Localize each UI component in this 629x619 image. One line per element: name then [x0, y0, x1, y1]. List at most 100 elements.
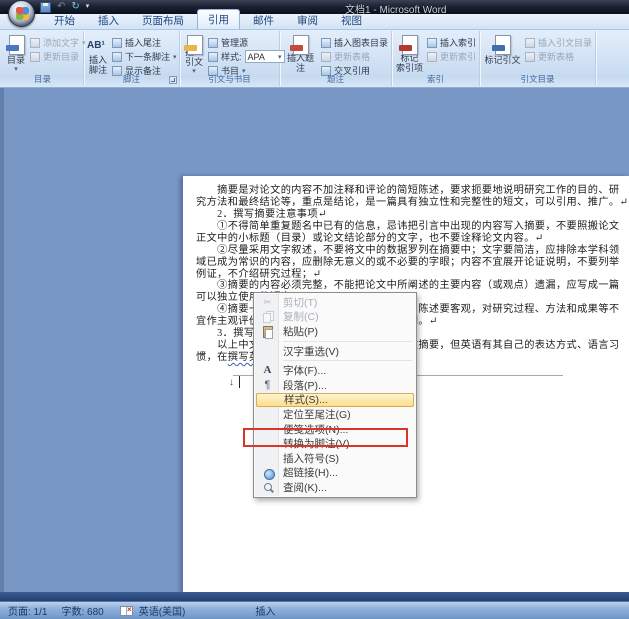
menu-item-hyperlink[interactable]: 超链接(H)...: [255, 466, 415, 481]
undo-icon[interactable]: ↶: [57, 2, 65, 12]
insert-table-of-authorities-icon: [524, 37, 535, 48]
context-menu: 剪切(T) 复制(C)粘贴(P) 汉字重选(V) 字体(F)...段落(P)... 样式…: [253, 292, 417, 498]
menu-item-label: 插入符号(S): [283, 452, 339, 465]
document-line: ①不得简单重复题名中已有的信息，忌讳把引言中出现的内容写入摘要，不要照搬论文: [196, 220, 620, 232]
font-icon: [259, 364, 276, 376]
chevron-down-icon: ▾: [173, 53, 177, 61]
proofing-status-icon[interactable]: [119, 605, 133, 616]
update-index-label: 更新索引: [439, 52, 476, 62]
menu-item-paste[interactable]: 粘贴(P): [255, 324, 415, 340]
next-footnote[interactable]: 下一条脚注 ▾: [112, 50, 177, 63]
tab-view[interactable]: 视图: [331, 11, 372, 29]
quick-access-toolbar: ↶ ↻ ▾: [40, 1, 89, 13]
page-indicator[interactable]: 页面: 1/1: [8, 603, 47, 618]
document-line: ③摘要的内容必须完整，不能把论文中所阐述的主要内容（或观点）遗漏，应写成一篇: [196, 280, 620, 292]
menu-item-copy[interactable]: 复制(C): [255, 310, 415, 325]
mark-citation-button-label: 标记引文: [484, 55, 521, 65]
group-label-citations-bibliography: 引文与书目: [208, 74, 251, 84]
insert-caption-button[interactable]: 插入题注: [283, 33, 318, 74]
insert-index-icon: [426, 37, 437, 48]
chevron-down-icon: ▾: [14, 65, 18, 73]
mark-entry-button-label: 标记 索引项: [395, 53, 423, 74]
save-icon[interactable]: [40, 1, 51, 13]
tab-page-layout[interactable]: 页面布局: [132, 11, 194, 29]
group-label-toc: 目录: [33, 74, 51, 84]
menu-item-label: 段落(P)...: [283, 379, 327, 392]
insert-mode-indicator[interactable]: 插入: [255, 603, 275, 618]
menu-item-font[interactable]: 字体(F)...: [255, 363, 415, 378]
ribbon-group-table-of-authorities: 标记引文 插入引文目录 更新表格 引文目录: [480, 31, 596, 86]
insert-endnote-icon: [112, 37, 122, 48]
update-toc-label: 更新目录: [43, 52, 80, 62]
ribbon-group-footnotes: AB¹ 插入脚注 插入尾注 下一条脚注 ▾ 显示备注 脚注: [84, 31, 180, 86]
style-combo-label: 样式:: [221, 52, 242, 62]
ribbon-group-index: 标记 索引项 插入索引 更新索引 索引: [392, 31, 480, 86]
group-label-footnotes: 脚注: [122, 74, 140, 84]
menu-item-hanzi-reselect[interactable]: 汉字重选(V): [255, 344, 415, 359]
tab-references[interactable]: 引用: [197, 9, 240, 29]
tab-mailings[interactable]: 邮件: [243, 11, 284, 29]
tab-insert[interactable]: 插入: [88, 11, 129, 29]
word-count[interactable]: 字数: 680: [61, 603, 103, 618]
mark-citation-button-icon: [491, 35, 513, 55]
dialog-launcher-icon[interactable]: [169, 76, 177, 84]
style-combo-value[interactable]: APA ▾: [244, 50, 285, 63]
redo-icon[interactable]: ↻: [71, 2, 79, 12]
tab-review[interactable]: 审阅: [287, 11, 328, 29]
menu-item-cut[interactable]: 剪切(T): [255, 295, 415, 310]
menu-item-go-to-endnote[interactable]: 定位至尾注(G): [255, 407, 415, 422]
insert-table-of-authorities[interactable]: 插入引文目录: [524, 36, 592, 49]
style-combo[interactable]: 样式: APA ▾: [208, 50, 285, 63]
copy-icon: [259, 311, 276, 323]
status-bar: 页面: 1/1 字数: 680 英语(美国) 插入: [0, 601, 629, 619]
update-citation-table[interactable]: 更新表格: [524, 50, 592, 63]
document-line: 2．撰写摘要注意事项↵: [196, 208, 327, 220]
menu-item-label: 样式(S)...: [284, 394, 328, 407]
ribbon-references: 目录▾添加文字▾更新目录目录AB¹插入脚注插入尾注下一条脚注▾显示备注脚注插入引…: [0, 30, 629, 88]
insert-endnote[interactable]: 插入尾注: [112, 36, 177, 49]
menu-item-label: 查阅(K)...: [283, 481, 327, 494]
toc-button[interactable]: 目录 ▾: [5, 33, 27, 74]
red-annotation-box: [243, 428, 408, 447]
add-text-label: 添加文字: [43, 38, 80, 48]
add-text[interactable]: 添加文字 ▾: [30, 36, 86, 49]
insert-caption-button-label: 插入题注: [286, 53, 314, 74]
insert-citation-button[interactable]: 插入引文▾: [183, 33, 205, 75]
update-index[interactable]: 更新索引: [426, 50, 476, 63]
word-window: 文档1 - Microsoft Word ↶ ↻ ▾ 开始 插入 页面布局 引用 邮件审…: [0, 0, 629, 619]
paragraph-icon: [259, 379, 276, 391]
combo-value: APA: [247, 51, 265, 62]
insert-footnote-button-icon: AB¹: [87, 35, 109, 55]
update-toc[interactable]: 更新目录: [30, 50, 86, 63]
insert-table-of-figures[interactable]: 插入图表目录: [320, 36, 388, 49]
update-table-icon: [320, 51, 331, 62]
hyperlink-icon: [259, 467, 276, 480]
tab-home[interactable]: 开始: [44, 11, 85, 29]
paragraph-mark: ↓: [229, 377, 234, 388]
ribbon-tab-row: 开始 插入 页面布局 引用 邮件 审阅 视图: [0, 9, 629, 30]
look-up-icon: [259, 481, 276, 493]
insert-citation-button-icon: [183, 35, 205, 55]
menu-item-style[interactable]: 样式(S)...: [256, 392, 414, 408]
menu-item-paragraph[interactable]: 段落(P)...: [255, 378, 415, 393]
insert-endnote-label: 插入尾注: [125, 38, 162, 48]
mark-citation-button[interactable]: 标记引文: [483, 33, 522, 74]
mark-entry-button[interactable]: 标记 索引项: [395, 33, 424, 74]
language-indicator[interactable]: 英语(美国): [139, 603, 186, 618]
insert-footnote-button[interactable]: AB¹ 插入脚注: [87, 33, 109, 75]
insert-index[interactable]: 插入索引: [426, 36, 476, 49]
office-button[interactable]: [8, 0, 35, 27]
document-line: ②尽量采用文字叙述，不要将文中的数据罗列在摘要中；文字要简洁，应排除本学科领: [196, 244, 620, 256]
mark-entry-button-icon: [398, 35, 420, 55]
update-table[interactable]: 更新表格: [320, 50, 388, 63]
menu-item-look-up[interactable]: 查阅(K)...: [255, 480, 415, 495]
manage-sources[interactable]: 管理源: [208, 36, 285, 49]
next-footnote-label: 下一条脚注: [125, 52, 171, 62]
customize-qat-icon[interactable]: ▾: [86, 3, 90, 11]
style-combo-icon: [208, 51, 218, 62]
menu-item-label: 超链接(H)...: [283, 467, 338, 480]
ribbon-group-toc: 目录 ▾ 添加文字 ▾ 更新目录 目录: [2, 31, 86, 86]
menu-item-insert-symbol[interactable]: 插入符号(S): [255, 451, 415, 466]
document-line: 例证，不介绍研究过程；↵: [196, 268, 322, 280]
add-text-icon: [30, 37, 40, 48]
